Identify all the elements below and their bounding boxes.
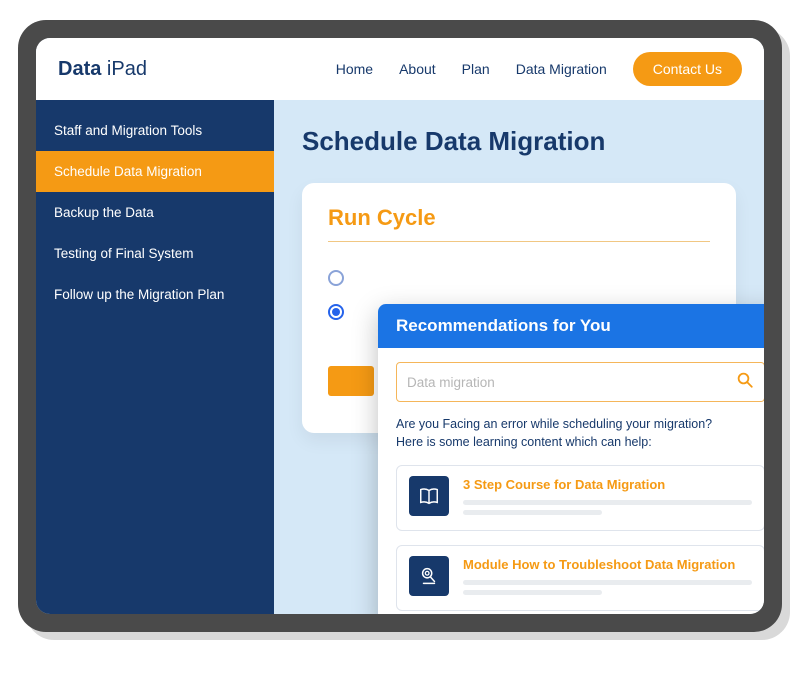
sidebar-item-staff-tools[interactable]: Staff and Migration Tools [36, 110, 274, 151]
app-logo: Data iPad [58, 58, 147, 81]
run-cycle-option-1[interactable] [328, 270, 710, 286]
search-field[interactable] [396, 362, 764, 402]
popup-title: Recommendations for You [378, 304, 764, 348]
magnifier-icon [409, 556, 449, 596]
popup-help-line2: Here is some learning content which can … [396, 435, 652, 449]
submit-button[interactable] [328, 366, 374, 396]
sidebar-item-follow-up[interactable]: Follow up the Migration Plan [36, 274, 274, 315]
search-input[interactable] [407, 375, 736, 390]
sidebar-item-schedule-migration[interactable]: Schedule Data Migration [36, 151, 274, 192]
app-screen: Data iPad Home About Plan Data Migration… [36, 38, 764, 614]
page-title: Schedule Data Migration [302, 126, 736, 157]
card-title: Run Cycle [328, 205, 710, 231]
nav-about[interactable]: About [399, 61, 436, 77]
logo-rest: iPad [101, 58, 147, 80]
placeholder-line [463, 500, 752, 505]
popup-help-line1: Are you Facing an error while scheduling… [396, 417, 712, 431]
nav-plan[interactable]: Plan [462, 61, 490, 77]
device-frame: Data iPad Home About Plan Data Migration… [18, 20, 782, 632]
card-divider [328, 241, 710, 242]
recommendation-module[interactable]: Module How to Troubleshoot Data Migratio… [396, 545, 764, 611]
logo-bold: Data [58, 58, 101, 80]
recommendation-title: Module How to Troubleshoot Data Migratio… [463, 557, 752, 572]
sidebar: Staff and Migration Tools Schedule Data … [36, 100, 274, 614]
search-icon[interactable] [736, 371, 754, 394]
popup-help-text: Are you Facing an error while scheduling… [396, 416, 764, 451]
sidebar-item-backup[interactable]: Backup the Data [36, 192, 274, 233]
top-nav: Home About Plan Data Migration Contact U… [336, 52, 742, 86]
contact-us-button[interactable]: Contact Us [633, 52, 742, 86]
app-header: Data iPad Home About Plan Data Migration… [36, 38, 764, 100]
radio-icon[interactable] [328, 304, 344, 320]
nav-data-migration[interactable]: Data Migration [516, 61, 607, 77]
recommendation-course[interactable]: 3 Step Course for Data Migration [396, 465, 764, 531]
recommendation-content: Module How to Troubleshoot Data Migratio… [463, 556, 752, 600]
radio-icon[interactable] [328, 270, 344, 286]
placeholder-line [463, 590, 602, 595]
recommendation-title: 3 Step Course for Data Migration [463, 477, 752, 492]
recommendations-popup: Recommendations for You Are you Facing a… [378, 304, 764, 614]
book-icon [409, 476, 449, 516]
popup-body: Are you Facing an error while scheduling… [378, 348, 764, 614]
placeholder-line [463, 510, 602, 515]
sidebar-item-testing[interactable]: Testing of Final System [36, 233, 274, 274]
placeholder-line [463, 580, 752, 585]
recommendation-content: 3 Step Course for Data Migration [463, 476, 752, 520]
nav-home[interactable]: Home [336, 61, 373, 77]
